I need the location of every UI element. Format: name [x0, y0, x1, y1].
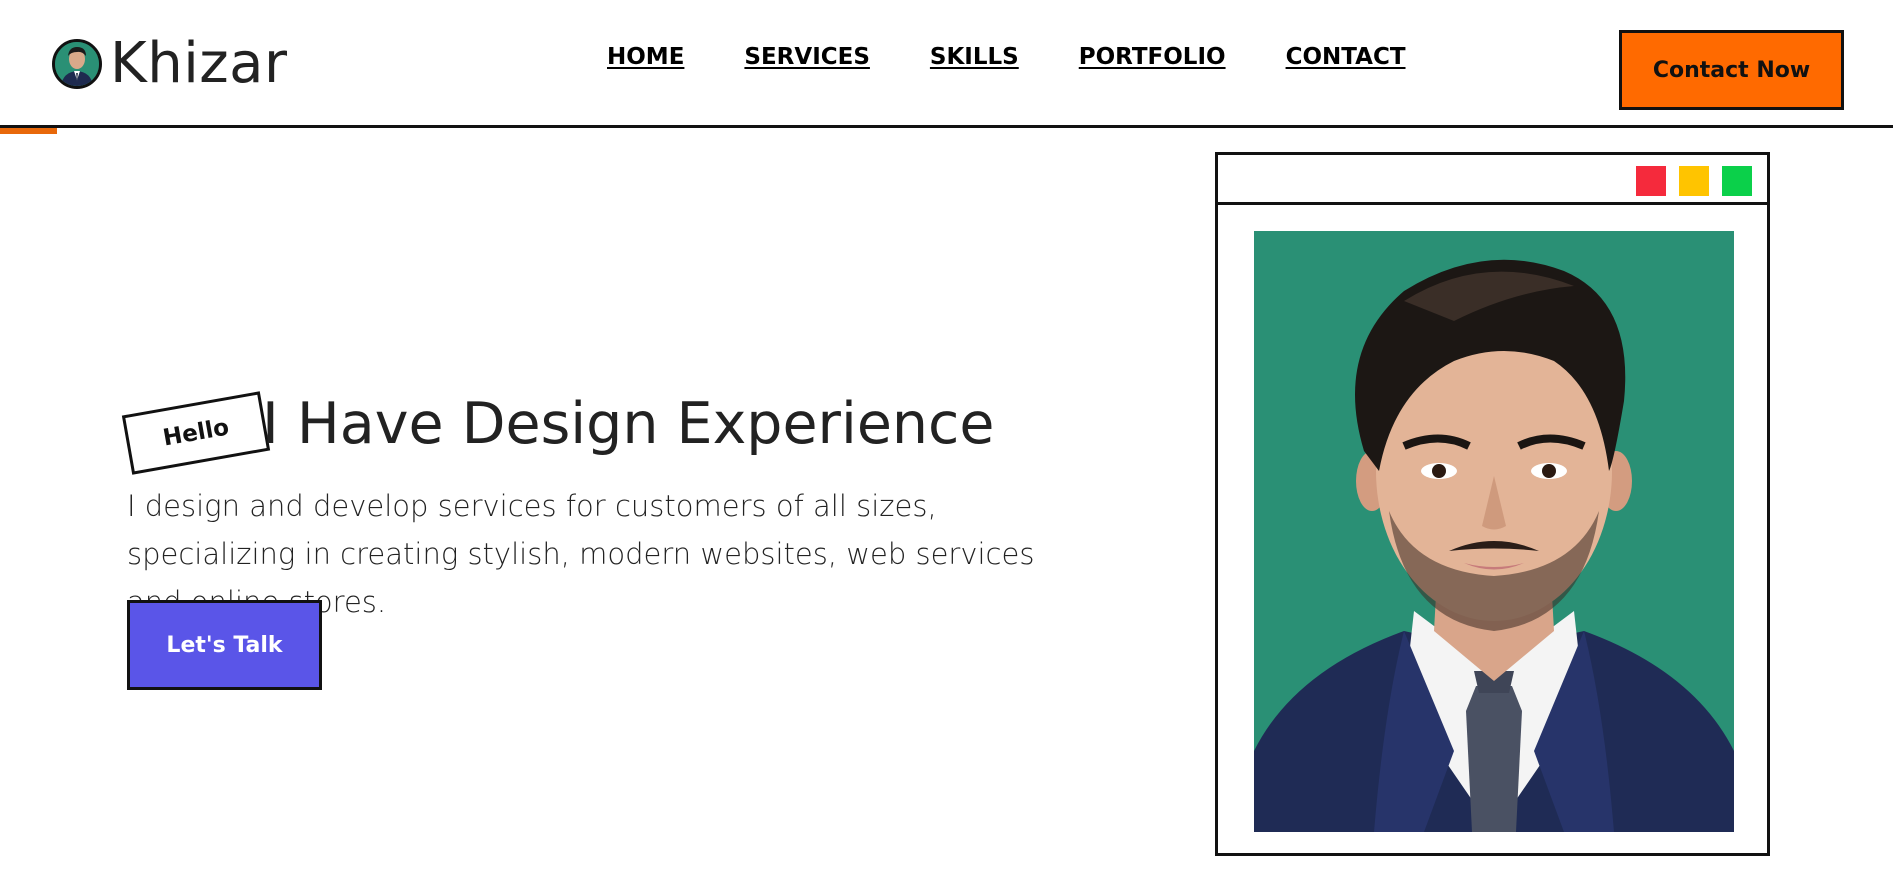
browser-frame [1215, 152, 1770, 856]
browser-title-bar [1218, 155, 1767, 205]
brand-name: Khizar [110, 31, 288, 96]
site-header: Khizar HOME SERVICES SKILLS PORTFOLIO CO… [0, 0, 1893, 128]
window-dot-yellow-icon [1679, 166, 1709, 196]
scroll-progress-bar [0, 128, 57, 134]
brand-logo[interactable]: Khizar [52, 36, 288, 92]
profile-photo [1254, 231, 1734, 832]
nav-item-home[interactable]: HOME [607, 44, 684, 70]
nav-item-portfolio[interactable]: PORTFOLIO [1079, 44, 1226, 70]
hero-title: I Have Design Experience [262, 391, 995, 457]
window-dot-green-icon [1722, 166, 1752, 196]
nav-item-skills[interactable]: SKILLS [930, 44, 1019, 70]
hello-tag: Hello [121, 391, 271, 475]
contact-now-button[interactable]: Contact Now [1619, 30, 1844, 110]
nav-item-services[interactable]: SERVICES [744, 44, 870, 70]
lets-talk-button[interactable]: Let's Talk [127, 600, 322, 690]
nav-item-contact[interactable]: CONTACT [1286, 44, 1406, 70]
window-dot-red-icon [1636, 166, 1666, 196]
avatar-icon [52, 39, 102, 89]
main-nav: HOME SERVICES SKILLS PORTFOLIO CONTACT [607, 44, 1466, 70]
